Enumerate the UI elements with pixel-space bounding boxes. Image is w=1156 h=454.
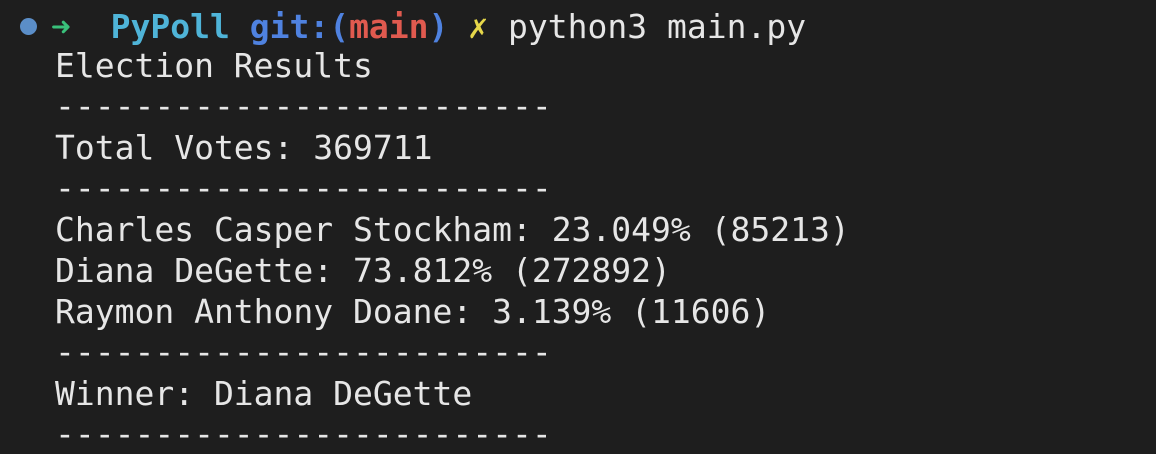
prompt-arrow-icon: ➜ [51, 6, 71, 46]
status-dot-icon [20, 17, 37, 35]
prompt-directory: PyPoll [110, 6, 230, 46]
output-winner: Winner: Diana DeGette [55, 374, 473, 413]
output-candidate-line: Charles Casper Stockham: 23.049% (85213) [55, 210, 850, 249]
prompt-git-suffix: ) [428, 6, 449, 46]
output-separator: ------------------------- [55, 86, 552, 125]
terminal-window[interactable]: ➜ PyPoll git:(main) ✗ python3 main.py El… [0, 0, 1156, 454]
output-candidate-line: Raymon Anthony Doane: 3.139% (11606) [55, 292, 771, 331]
prompt-dirty-icon: ✗ [468, 6, 489, 46]
prompt-git-prefix: git:( [249, 6, 350, 46]
output-separator: ------------------------- [55, 332, 552, 371]
command-prompt-line: ➜ PyPoll git:(main) ✗ python3 main.py [0, 6, 806, 46]
prompt-git-branch: main [349, 6, 429, 46]
output-separator: ------------------------- [55, 414, 552, 453]
prompt-command: python3 main.py [508, 6, 807, 46]
output-separator: ------------------------- [55, 168, 552, 207]
output-candidate-line: Diana DeGette: 73.812% (272892) [55, 251, 671, 290]
output-title: Election Results [55, 46, 373, 85]
output-total-votes: Total Votes: 369711 [55, 128, 433, 167]
